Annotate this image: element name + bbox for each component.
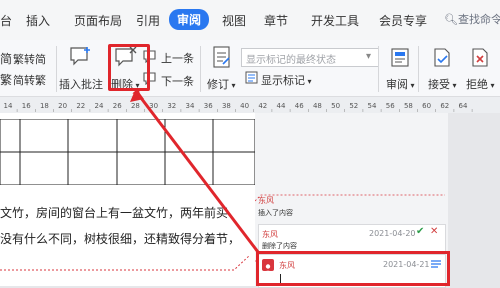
red-arrow <box>130 88 260 253</box>
